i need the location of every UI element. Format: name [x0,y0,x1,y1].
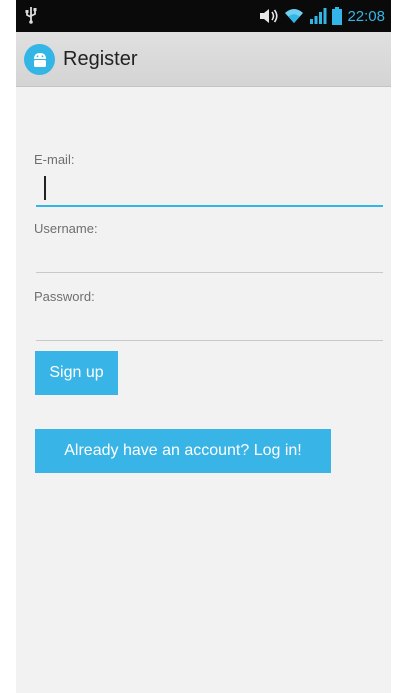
status-icons: 22:08 [259,5,385,27]
email-label: E-mail: [34,152,75,167]
wifi-icon [285,9,304,23]
username-field-underline [36,272,383,273]
android-app-icon[interactable] [24,43,55,75]
username-label: Username: [34,221,98,236]
volume-icon [260,9,278,23]
status-clock: 22:08 [347,7,385,25]
signal-icon [310,8,327,24]
login-link-button[interactable]: Already have an account? Log in! [35,429,331,473]
action-bar: Register [16,32,391,87]
password-label: Password: [34,289,95,304]
page-title: Register [63,47,138,70]
password-field-underline [36,340,383,341]
phone-screen: 22:08 Register E-mail: Username: Passwor… [16,0,391,693]
email-field[interactable] [34,171,384,205]
usb-icon [25,7,37,24]
email-field-underline [36,205,383,207]
username-field[interactable] [34,238,384,272]
status-bar: 22:08 [16,0,391,32]
battery-icon [332,7,343,25]
sign-up-button[interactable]: Sign up [35,351,118,395]
text-cursor [44,176,46,200]
password-field[interactable] [34,306,384,340]
